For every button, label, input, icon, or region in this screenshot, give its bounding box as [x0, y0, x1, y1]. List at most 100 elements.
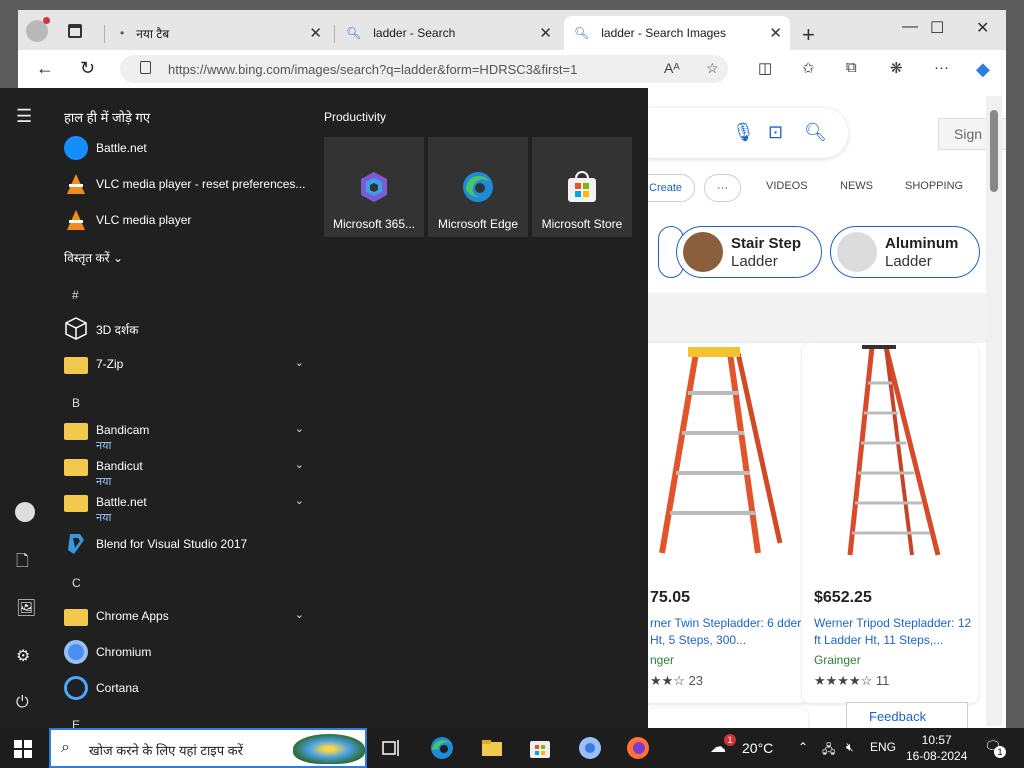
store-taskbar-icon[interactable]: [528, 736, 552, 760]
app-bandicut[interactable]: Bandicut नया ⌄: [64, 452, 304, 488]
visual-search-icon[interactable]: ⊡: [768, 122, 783, 143]
app-vlc[interactable]: VLC media player: [64, 206, 304, 236]
taskbar: ⌕ खोज करने के लिए यहां टाइप करें ☁ 1 20°…: [0, 728, 1024, 768]
chromium-taskbar-icon[interactable]: [578, 736, 602, 760]
network-icon[interactable]: 🖧︎: [822, 740, 835, 761]
language-indicator[interactable]: ENG: [870, 740, 896, 754]
search-highlight-image[interactable]: [293, 734, 365, 764]
documents-icon[interactable]: 🗋: [16, 550, 29, 577]
product-rating: ★★★★☆ 11: [814, 673, 889, 689]
tile-microsoft-365[interactable]: Microsoft 365...: [324, 137, 424, 237]
user-account-icon[interactable]: [15, 502, 35, 522]
tab-label: ladder - Search: [373, 26, 456, 40]
address-toolbar: ← ↻ https://www.bing.com/images/search?q…: [18, 50, 1006, 88]
weather-temp[interactable]: 20°C: [742, 740, 773, 756]
split-screen-icon[interactable]: ◫: [758, 59, 772, 77]
chevron-down-icon[interactable]: ⌄: [295, 356, 304, 369]
nav-news[interactable]: NEWS: [840, 180, 873, 192]
chevron-down-icon[interactable]: ⌄: [295, 608, 304, 621]
letter-header-b[interactable]: B: [72, 396, 80, 410]
new-tab-button[interactable]: +: [802, 22, 815, 48]
product-title[interactable]: Werner Tripod Stepladder: 12 ft Ladder H…: [814, 615, 974, 649]
app-chrome-apps[interactable]: Chrome Apps ⌄: [64, 602, 304, 632]
edge-taskbar-icon[interactable]: [430, 736, 454, 760]
pictures-icon[interactable]: 🖼︎: [16, 598, 36, 618]
more-menu-icon[interactable]: ···: [934, 59, 949, 76]
related-chip-aluminum[interactable]: Aluminum Ladder: [830, 226, 980, 278]
app-battlenet-recent[interactable]: Battle.net: [64, 134, 304, 164]
tab-ladder-search-images[interactable]: 🔍︎ ladder - Search Images ✕: [564, 16, 790, 50]
product-store: Grainger: [814, 653, 861, 667]
clock[interactable]: 10:57 16-08-2024: [906, 732, 967, 764]
tab-actions-icon[interactable]: [68, 24, 82, 38]
chevron-down-icon[interactable]: ⌄: [295, 422, 304, 435]
new-tab-icon: •: [120, 26, 125, 40]
chevron-down-icon[interactable]: ⌄: [295, 494, 304, 507]
power-icon[interactable]: ⏻: [16, 694, 29, 712]
collections-icon[interactable]: ⧉: [846, 59, 857, 76]
volume-muted-icon[interactable]: 🔇︎: [846, 740, 854, 755]
chevron-down-icon[interactable]: ⌄: [295, 458, 304, 471]
url-field[interactable]: https://www.bing.com/images/search?q=lad…: [120, 55, 728, 83]
close-window-icon[interactable]: ✕: [976, 18, 989, 38]
related-chip-stair-step[interactable]: Stair Step Ladder: [676, 226, 822, 278]
more-pill-button[interactable]: ···: [704, 174, 741, 202]
search-icon[interactable]: 🔍︎: [804, 122, 827, 143]
app-7zip[interactable]: 7-Zip ⌄: [64, 350, 304, 380]
tab-new-tab[interactable]: • नया टैब ✕: [110, 16, 330, 50]
app-label: 7-Zip: [96, 357, 124, 371]
tab-ladder-search[interactable]: 🔍︎ ladder - Search ✕: [336, 16, 560, 50]
url-text: https://www.bing.com/images/search?q=lad…: [168, 62, 578, 77]
read-aloud-icon[interactable]: Aᴬ: [664, 60, 680, 76]
copilot-icon[interactable]: ◆: [976, 59, 990, 80]
file-explorer-icon[interactable]: [480, 736, 504, 760]
product-title[interactable]: rner Twin Stepladder: 6 dder Ht, 5 Steps…: [650, 615, 808, 649]
app-blend-vs[interactable]: Blend for Visual Studio 2017: [64, 530, 304, 560]
feedback-button[interactable]: Feedback: [846, 702, 968, 728]
lock-icon: [140, 61, 151, 74]
app-bandicam[interactable]: Bandicam नया ⌄: [64, 416, 304, 452]
close-icon[interactable]: ✕: [539, 24, 552, 42]
close-icon[interactable]: ✕: [309, 24, 322, 42]
task-view-icon[interactable]: [380, 736, 404, 760]
refresh-icon[interactable]: ↻: [80, 58, 95, 79]
start-rail: ☰ 🗋 🖼︎ ⚙ ⏻: [0, 88, 50, 728]
hamburger-menu-icon[interactable]: ☰: [16, 106, 32, 127]
tile-microsoft-store[interactable]: Microsoft Store: [532, 137, 632, 237]
firefox-icon[interactable]: [626, 736, 650, 760]
profile-avatar[interactable]: [26, 17, 50, 42]
expand-link[interactable]: विस्तृत करें ⌄: [64, 249, 123, 266]
letter-header-c[interactable]: C: [72, 576, 81, 590]
microphone-icon[interactable]: 🎙︎: [732, 122, 755, 143]
app-3d-viewer[interactable]: 3D दर्शक: [64, 314, 304, 344]
favorites-icon[interactable]: ✩: [802, 59, 815, 77]
scrollbar-thumb[interactable]: [990, 110, 998, 192]
app-label: Battle.net: [96, 141, 147, 155]
maximize-icon[interactable]: ☐: [930, 18, 944, 38]
m365-icon: [361, 172, 387, 202]
taskbar-search-box[interactable]: ⌕ खोज करने के लिए यहां टाइप करें: [49, 728, 367, 768]
favorite-star-icon[interactable]: ☆: [706, 60, 719, 77]
letter-header-hash[interactable]: #: [72, 288, 79, 302]
chip-subtitle: Ladder: [731, 253, 778, 270]
back-arrow-icon[interactable]: ←: [36, 58, 54, 79]
search-box[interactable]: 🎙︎ ⊡ 🔍︎: [628, 108, 848, 158]
windows-start-icon[interactable]: [14, 740, 32, 758]
app-vlc-reset[interactable]: VLC media player - reset preferences...: [64, 170, 305, 200]
nav-videos[interactable]: VIDEOS: [766, 180, 808, 192]
close-icon[interactable]: ✕: [769, 24, 782, 42]
tile-microsoft-edge[interactable]: Microsoft Edge: [428, 137, 528, 237]
notification-count: 1: [994, 746, 1006, 758]
extensions-icon[interactable]: ❋: [890, 59, 903, 77]
minimize-icon[interactable]: —: [902, 18, 918, 36]
app-cortana[interactable]: Cortana: [64, 674, 304, 704]
product-card[interactable]: [648, 708, 808, 728]
nav-shopping[interactable]: SHOPPING: [905, 180, 963, 192]
page-scrollbar[interactable]: [986, 96, 1002, 726]
product-card[interactable]: $652.25 Werner Tripod Stepladder: 12 ft …: [802, 343, 978, 703]
settings-gear-icon[interactable]: ⚙: [16, 646, 30, 666]
product-card[interactable]: 75.05 rner Twin Stepladder: 6 dder Ht, 5…: [638, 343, 808, 703]
app-battlenet-folder[interactable]: Battle.net नया ⌄: [64, 488, 304, 524]
chevron-up-icon[interactable]: ⌃: [798, 740, 808, 754]
app-chromium[interactable]: Chromium: [64, 638, 304, 668]
